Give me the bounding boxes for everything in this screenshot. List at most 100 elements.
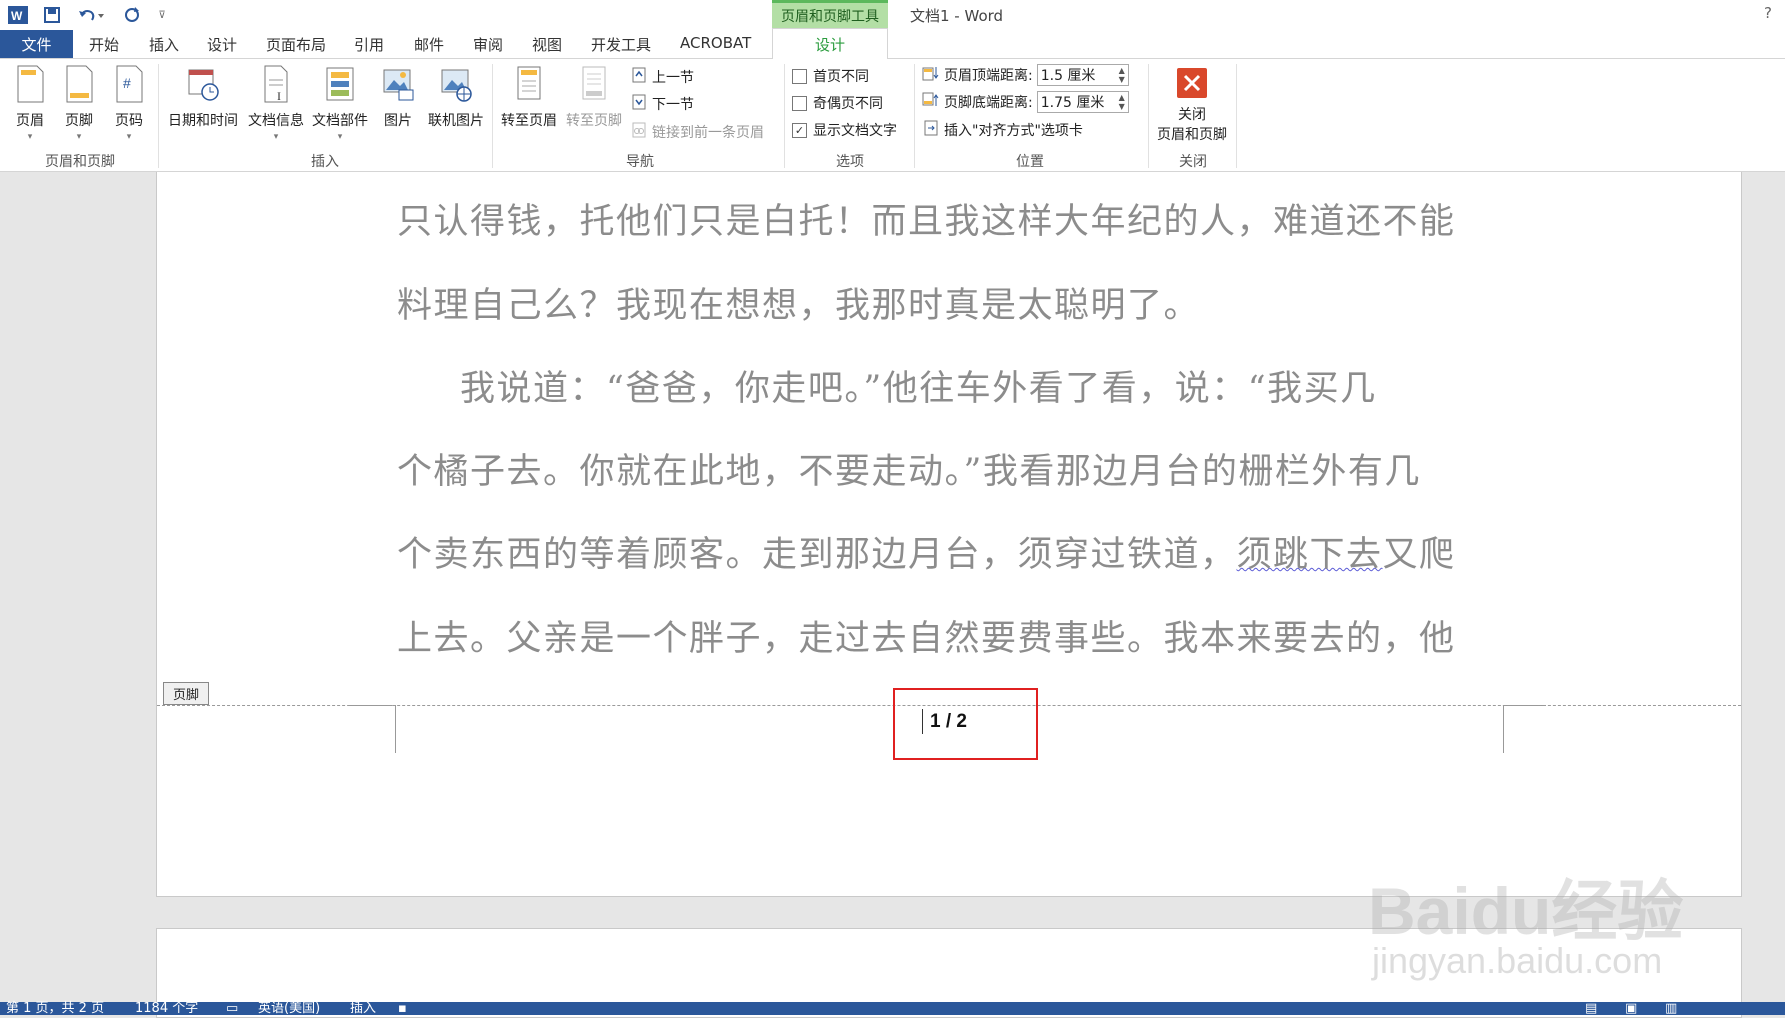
web-layout-icon[interactable]: ▥ [1665,1002,1677,1015]
context-tool-group: 页眉和页脚工具 [772,0,888,28]
body-line[interactable]: 我说道：“爸爸，你走吧。”他往车外看了看，说：“我买几 [460,360,1377,411]
window-title: 文档1 - Word [910,7,1004,25]
next-section-button[interactable]: 下一节 [632,94,694,114]
header-top-row: 页眉顶端距离: 1.5 厘米 ▲ ▼ [922,64,1129,86]
chevron-down-icon: ▾ [273,132,279,142]
tab-developer[interactable]: 开发工具 [591,34,651,55]
footer-icon [66,65,93,103]
margin-corner-mark [395,705,396,753]
prev-section-button[interactable]: 上一节 [632,67,694,87]
proofing-icon[interactable]: ▭ [226,1002,238,1015]
read-mode-icon[interactable]: ▤ [1585,1002,1597,1015]
group-label-options: 选项 [836,154,864,170]
calendar-clock-icon [188,69,219,101]
odd-even-check[interactable] [792,95,807,111]
header-label: 页眉 [16,113,44,129]
chevron-down-icon: ▾ [337,132,343,142]
footer-bottom-row: 页脚底端距离: 1.75 厘米 ▲ ▼ [922,91,1129,113]
close-header-footer-button[interactable]: 关闭 页眉和页脚 [1152,64,1232,144]
body-line[interactable]: 只认得钱，托他们只是白托！而且我这样大年纪的人，难道还不能 [397,193,1456,244]
redo-icon[interactable] [120,4,144,26]
online-picture-button[interactable]: 联机图片 [424,64,488,130]
tab-references[interactable]: 引用 [354,34,384,55]
status-page[interactable]: 第 1 页，共 2 页 [6,1002,104,1015]
macro-icon[interactable]: ▪ [398,1002,407,1015]
footer-tag: 页脚 [163,682,209,705]
goto-header-button[interactable]: 转至页眉 [497,64,561,130]
word-logo-icon[interactable]: W [6,4,30,26]
link-icon [632,122,646,142]
footer-bottom-value: 1.75 厘米 [1040,95,1105,111]
margin-corner-mark [350,705,392,706]
svg-text:I: I [277,89,281,103]
body-line[interactable]: 料理自己么？我现在想想，我那时真是太聪明了。 [397,277,1200,328]
picture-button[interactable]: 图片 [378,64,418,130]
tab-hf-design[interactable]: 设计 [772,28,888,59]
goto-header-icon [517,66,541,100]
spinner-arrows-icon[interactable]: ▲ ▼ [1119,66,1125,84]
goto-header-label: 转至页眉 [501,113,557,129]
status-mode[interactable]: 插入 [350,1002,376,1015]
prev-section-icon [632,67,646,87]
quick-parts-button[interactable]: 文档部件 ▾ [308,64,372,142]
quick-parts-icon [326,67,354,101]
date-time-label: 日期和时间 [168,113,238,129]
goto-footer-button[interactable]: 转至页脚 [562,64,626,130]
group-separator [1236,64,1237,168]
show-doc-text-label: 显示文档文字 [813,123,897,139]
doc-info-label: 文档信息 [248,113,304,129]
odd-even-checkbox[interactable]: 奇偶页不同 [792,93,883,113]
header-top-input[interactable]: 1.5 厘米 ▲ ▼ [1036,64,1129,86]
body-text-segment: 个卖东西的等着顾客。走到那边月台，须穿过铁道， [397,535,1237,575]
margin-corner-mark [1503,705,1504,753]
undo-icon[interactable] [74,4,108,26]
first-page-checkbox[interactable]: 首页不同 [792,66,869,86]
tab-review[interactable]: 审阅 [473,34,503,55]
doc-info-icon: I [264,65,288,103]
tab-mailings[interactable]: 邮件 [414,34,444,55]
header-button[interactable]: 页眉 ▾ [10,64,50,142]
tab-design[interactable]: 设计 [207,34,237,55]
date-time-button[interactable]: 日期和时间 [164,64,242,130]
spelling-squiggle-text[interactable]: 须跳下去 [1237,535,1383,575]
show-doc-text-checkbox[interactable]: ✓ 显示文档文字 [792,120,897,140]
page-number-button[interactable]: # 页码 ▾ [109,64,149,142]
odd-even-label: 奇偶页不同 [813,96,883,112]
quick-parts-label: 文档部件 [312,113,368,129]
body-line[interactable]: 个卖东西的等着顾客。走到那边月台，须穿过铁道，须跳下去又爬 [397,526,1456,577]
tab-insert[interactable]: 插入 [149,34,179,55]
help-button[interactable]: ? [1764,4,1772,22]
tab-acrobat[interactable]: ACROBAT [680,34,751,52]
print-layout-icon[interactable]: ▣ [1625,1002,1637,1015]
status-words[interactable]: 1184 个字 [135,1002,198,1015]
online-picture-label: 联机图片 [428,113,484,129]
insert-align-tab-button[interactable]: 插入"对齐方式"选项卡 [924,120,1083,140]
next-section-label: 下一节 [652,97,694,113]
show-doc-text-check[interactable]: ✓ [792,122,807,138]
first-page-label: 首页不同 [813,69,869,85]
tab-file[interactable]: 文件 [0,30,73,58]
tab-page-layout[interactable]: 页面布局 [266,34,326,55]
footer-distance-icon [922,92,940,112]
doc-info-button[interactable]: I 文档信息 ▾ [244,64,308,142]
body-line[interactable]: 个橘子去。你就在此地，不要走动。”我看那边月台的栅栏外有几 [397,443,1421,494]
status-language[interactable]: 英语(美国) [258,1002,320,1015]
margin-corner-mark [1504,705,1546,706]
link-previous-button[interactable]: 链接到前一条页眉 [632,122,764,142]
footer-button[interactable]: 页脚 ▾ [59,64,99,142]
spinner-arrows-icon[interactable]: ▲ ▼ [1119,93,1125,111]
customize-icon[interactable]: ⊽ [150,4,174,26]
first-page-check[interactable] [792,68,807,84]
save-icon[interactable] [40,4,64,26]
group-separator [1148,64,1149,168]
footer-bottom-label: 页脚底端距离: [944,95,1033,111]
tab-home[interactable]: 开始 [89,34,119,55]
body-text-segment: 又爬 [1382,535,1456,575]
close-icon [1177,68,1207,98]
tab-view[interactable]: 视图 [532,34,562,55]
footer-bottom-input[interactable]: 1.75 厘米 ▲ ▼ [1036,91,1129,113]
chevron-down-icon: ▾ [126,132,132,142]
title-bar [0,0,1785,30]
online-picture-icon [441,69,472,102]
body-line[interactable]: 上去。父亲是一个胖子，走过去自然要费事些。我本来要去的，他 [397,610,1456,661]
